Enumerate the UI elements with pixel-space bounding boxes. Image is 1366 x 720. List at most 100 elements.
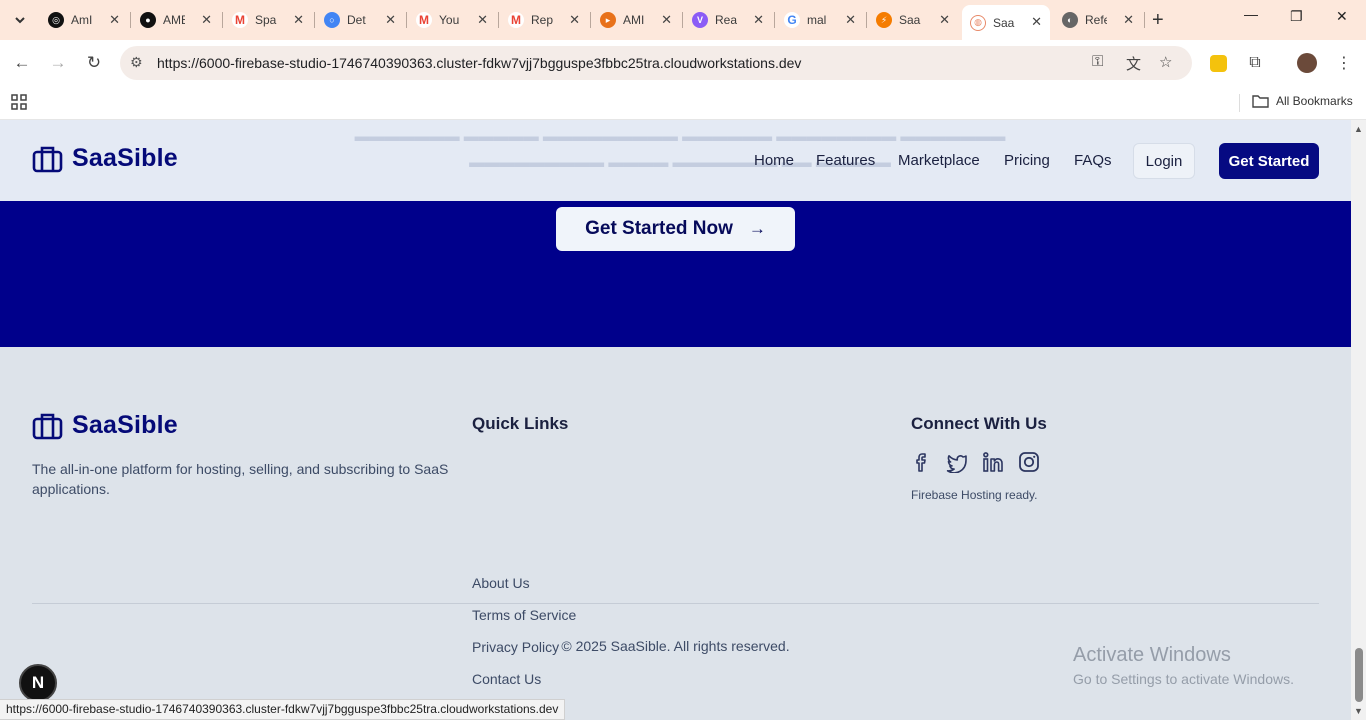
close-icon[interactable]: ✕ xyxy=(1031,14,1042,30)
get-started-button[interactable]: Get Started xyxy=(1219,143,1319,179)
get-started-now-button[interactable]: Get Started Now → xyxy=(556,207,795,251)
tab-9[interactable]: ⚡ Saa ✕ xyxy=(868,6,958,34)
tab-11[interactable]: ◐ Refe ✕ xyxy=(1054,6,1142,34)
tab-label: AME xyxy=(163,13,185,27)
firebase-hosting-note: Firebase Hosting ready. xyxy=(911,488,1038,502)
close-icon[interactable]: ✕ xyxy=(661,12,672,28)
close-icon[interactable]: ✕ xyxy=(109,12,120,28)
back-icon[interactable]: ← xyxy=(10,51,34,75)
bookmarks-bar: All Bookmarks xyxy=(0,86,1366,120)
scroll-up-arrow-icon[interactable]: ▲ xyxy=(1354,124,1363,134)
tab-label: Det xyxy=(347,13,366,27)
tab-search-button[interactable] xyxy=(8,8,32,32)
close-icon[interactable]: ✕ xyxy=(569,12,580,28)
briefcase-icon xyxy=(32,146,63,172)
nextjs-dev-badge[interactable]: N xyxy=(19,664,57,702)
tab-separator xyxy=(590,12,591,28)
close-icon[interactable]: ✕ xyxy=(845,12,856,28)
activate-windows-title: Activate Windows xyxy=(1073,644,1231,666)
tab-1[interactable]: ● AME ✕ xyxy=(132,6,220,34)
linkedin-icon[interactable] xyxy=(982,451,1004,473)
briefcase-icon xyxy=(32,413,63,439)
page-scrollbar[interactable]: ▲ ▼ xyxy=(1351,120,1366,720)
tab-separator xyxy=(130,12,131,28)
all-bookmarks-label: All Bookmarks xyxy=(1276,94,1353,108)
close-icon[interactable]: ✕ xyxy=(385,12,396,28)
tab-0[interactable]: ◎ AmI ✕ xyxy=(40,6,128,34)
profile-avatar[interactable] xyxy=(1297,53,1317,73)
tab-separator xyxy=(866,12,867,28)
tab-label: Spa xyxy=(255,13,277,27)
forward-icon[interactable]: → xyxy=(46,51,70,75)
reload-icon[interactable]: ↻ xyxy=(82,51,106,75)
scrollbar-thumb[interactable] xyxy=(1355,648,1363,702)
nav-home[interactable]: Home xyxy=(754,152,794,169)
translate-icon[interactable]: 文 xyxy=(1126,53,1141,74)
tab-2[interactable]: M Spa ✕ xyxy=(224,6,312,34)
tab-label: AMI xyxy=(623,13,645,27)
password-key-icon[interactable]: ⚿ xyxy=(1092,53,1103,70)
close-icon[interactable]: ✕ xyxy=(753,12,764,28)
chrome-icon: ○ xyxy=(324,12,340,28)
footer-link-terms[interactable]: Terms of Service xyxy=(472,607,576,623)
apps-grid-icon[interactable] xyxy=(11,94,27,110)
login-button[interactable]: Login xyxy=(1133,143,1195,179)
github-icon: ● xyxy=(140,12,156,28)
header-logo[interactable]: SaaSible xyxy=(32,144,178,173)
footer-divider xyxy=(32,603,1319,604)
browser-tab-strip: ◎ AmI ✕ ● AME ✕ M Spa ✕ ○ Det ✕ M You ✕ … xyxy=(0,0,1366,40)
gmail-icon: M xyxy=(416,12,432,28)
openai-icon: ◎ xyxy=(48,12,64,28)
twitter-icon[interactable] xyxy=(946,451,968,473)
activate-windows-subtitle: Go to Settings to activate Windows. xyxy=(1073,671,1294,687)
site-settings-icon[interactable]: ⚙ xyxy=(130,54,143,71)
cta-button-label: Get Started Now xyxy=(585,218,733,239)
cta-section: Get Started Now → xyxy=(0,201,1351,347)
nav-marketplace[interactable]: Marketplace xyxy=(898,152,980,169)
chevron-down-icon xyxy=(15,17,25,24)
footer-link-contact[interactable]: Contact Us xyxy=(472,671,541,687)
tab-7[interactable]: V Rea ✕ xyxy=(684,6,772,34)
all-bookmarks-button[interactable]: All Bookmarks xyxy=(1252,94,1353,108)
tab-separator xyxy=(1144,12,1145,28)
extensions-puzzle-icon[interactable]: ⧉ xyxy=(1245,53,1265,73)
footer-logo[interactable]: SaaSible xyxy=(32,411,178,440)
status-bar-url: https://6000-firebase-studio-17467403903… xyxy=(0,699,566,720)
close-icon[interactable]: ✕ xyxy=(939,12,950,28)
footer-description: The all-in-one platform for hosting, sel… xyxy=(32,461,449,497)
nav-faqs[interactable]: FAQs xyxy=(1074,152,1112,169)
minimize-icon[interactable]: — xyxy=(1244,6,1258,22)
close-icon[interactable]: ✕ xyxy=(293,12,304,28)
gmail-icon: M xyxy=(232,12,248,28)
menu-kebab-icon[interactable]: ⋮ xyxy=(1334,53,1354,73)
new-tab-button[interactable]: + xyxy=(1152,9,1164,32)
close-icon[interactable]: ✕ xyxy=(201,12,212,28)
url-text[interactable]: https://6000-firebase-studio-17467403903… xyxy=(157,55,801,71)
nav-pricing[interactable]: Pricing xyxy=(1004,152,1050,169)
tab-6[interactable]: ▸ AMI ✕ xyxy=(592,6,680,34)
maximize-icon[interactable]: ❐ xyxy=(1290,8,1303,25)
arrow-right-icon: → xyxy=(748,219,766,238)
tab-separator xyxy=(222,12,223,28)
instagram-icon[interactable] xyxy=(1018,451,1040,473)
window-close-icon[interactable]: ✕ xyxy=(1336,8,1348,25)
google-icon: G xyxy=(784,12,800,28)
tab-5[interactable]: M Rep ✕ xyxy=(500,6,588,34)
tab-label: You xyxy=(439,13,460,27)
footer-link-about[interactable]: About Us xyxy=(472,575,530,591)
address-bar[interactable]: ⚙ https://6000-firebase-studio-174674039… xyxy=(120,46,1192,80)
tab-separator xyxy=(774,12,775,28)
tab-4[interactable]: M You ✕ xyxy=(408,6,496,34)
tab-10-active[interactable]: ◍ Saa ✕ xyxy=(962,5,1050,40)
extension-note-icon[interactable] xyxy=(1208,53,1228,73)
close-icon[interactable]: ✕ xyxy=(477,12,488,28)
tab-label: Refe xyxy=(1085,13,1107,27)
tab-3[interactable]: ○ Det ✕ xyxy=(316,6,404,34)
gmail-icon: M xyxy=(508,12,524,28)
tab-8[interactable]: G mal ✕ xyxy=(776,6,864,34)
facebook-icon[interactable] xyxy=(910,451,932,473)
nav-features[interactable]: Features xyxy=(816,152,875,169)
scroll-down-arrow-icon[interactable]: ▼ xyxy=(1354,706,1363,716)
bookmark-star-icon[interactable]: ☆ xyxy=(1159,53,1172,71)
close-icon[interactable]: ✕ xyxy=(1123,12,1134,28)
